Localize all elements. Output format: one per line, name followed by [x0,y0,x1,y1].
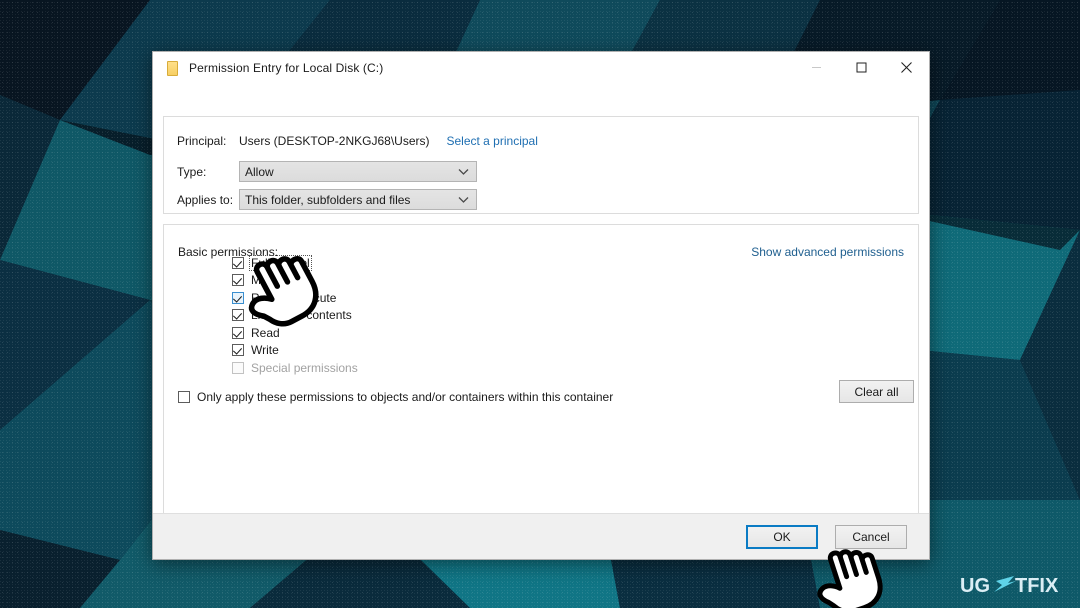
permission-row[interactable]: Modify [232,272,359,290]
clear-all-label: Clear all [854,384,899,399]
folder-icon [164,60,180,76]
dialog-title: Permission Entry for Local Disk (C:) [189,60,384,75]
applies-to-dropdown[interactable]: This folder, subfolders and files [239,189,477,210]
show-advanced-permissions-link[interactable]: Show advanced permissions [751,245,904,259]
permission-row[interactable]: Write [232,342,359,360]
chevron-down-icon [458,196,469,203]
permission-checkbox[interactable] [232,256,244,269]
minimize-icon [812,67,821,68]
basic-permissions-list: Full control Modify Read & execute List fol… [232,254,359,377]
chevron-down-icon [458,168,469,175]
permission-label: List folder contents [251,308,352,323]
permission-label: Read [251,325,280,340]
permission-row[interactable]: Read [232,324,359,342]
cancel-button[interactable]: Cancel [835,525,907,549]
permissions-panel: Basic permissions: Show advanced permiss… [163,224,919,547]
type-dropdown[interactable]: Allow [239,161,477,182]
permission-label: Special permissions [251,360,358,375]
only-apply-checkbox[interactable] [178,391,190,403]
applies-to-label: Applies to: [177,192,234,207]
permission-checkbox[interactable] [232,309,244,322]
type-row: Type: Allow [177,161,477,182]
permission-row[interactable]: Read & execute [232,289,359,307]
permission-checkbox[interactable] [232,291,244,304]
dialog-footer: OK Cancel [153,513,929,559]
principal-row: Principal: Users (DESKTOP-2NKGJ68\Users)… [177,134,538,148]
maximize-icon [856,62,867,73]
permission-row[interactable]: Full control [232,254,359,272]
applies-to-row: Applies to: This folder, subfolders and … [177,189,477,210]
only-apply-row[interactable]: Only apply these permissions to objects … [178,390,614,404]
ok-button-label: OK [773,530,791,544]
cancel-button-label: Cancel [852,530,890,544]
clear-all-button[interactable]: Clear all [839,380,914,403]
desktop: Permission Entry for Local Disk (C:) Pri… [0,0,1080,608]
maximize-button[interactable] [839,52,884,83]
permission-entry-dialog: Permission Entry for Local Disk (C:) Pri… [152,51,930,560]
permission-checkbox[interactable] [232,274,244,287]
dialog-titlebar[interactable]: Permission Entry for Local Disk (C:) [153,52,929,83]
dialog-body: Principal: Users (DESKTOP-2NKGJ68\Users)… [153,83,929,547]
permission-label: Full control [249,254,312,271]
type-label: Type: [177,164,207,179]
close-icon [901,62,912,73]
permission-row[interactable]: List folder contents [232,307,359,325]
minimize-button[interactable] [794,52,839,83]
permission-label: Write [251,343,279,358]
principal-value: Users (DESKTOP-2NKGJ68\Users) [239,134,430,148]
permission-label: Read & execute [251,290,337,305]
permission-checkbox[interactable] [232,344,244,357]
only-apply-label: Only apply these permissions to objects … [197,390,614,404]
applies-to-dropdown-value: This folder, subfolders and files [245,192,411,207]
select-a-principal-link[interactable]: Select a principal [446,134,537,148]
close-button[interactable] [884,52,929,83]
permission-label: Modify [251,273,287,288]
principal-label: Principal: [177,134,227,148]
ok-button[interactable]: OK [746,525,818,549]
permission-checkbox [232,361,244,374]
type-dropdown-value: Allow [245,164,274,179]
permission-row[interactable]: Special permissions [232,359,359,377]
permission-checkbox[interactable] [232,326,244,339]
